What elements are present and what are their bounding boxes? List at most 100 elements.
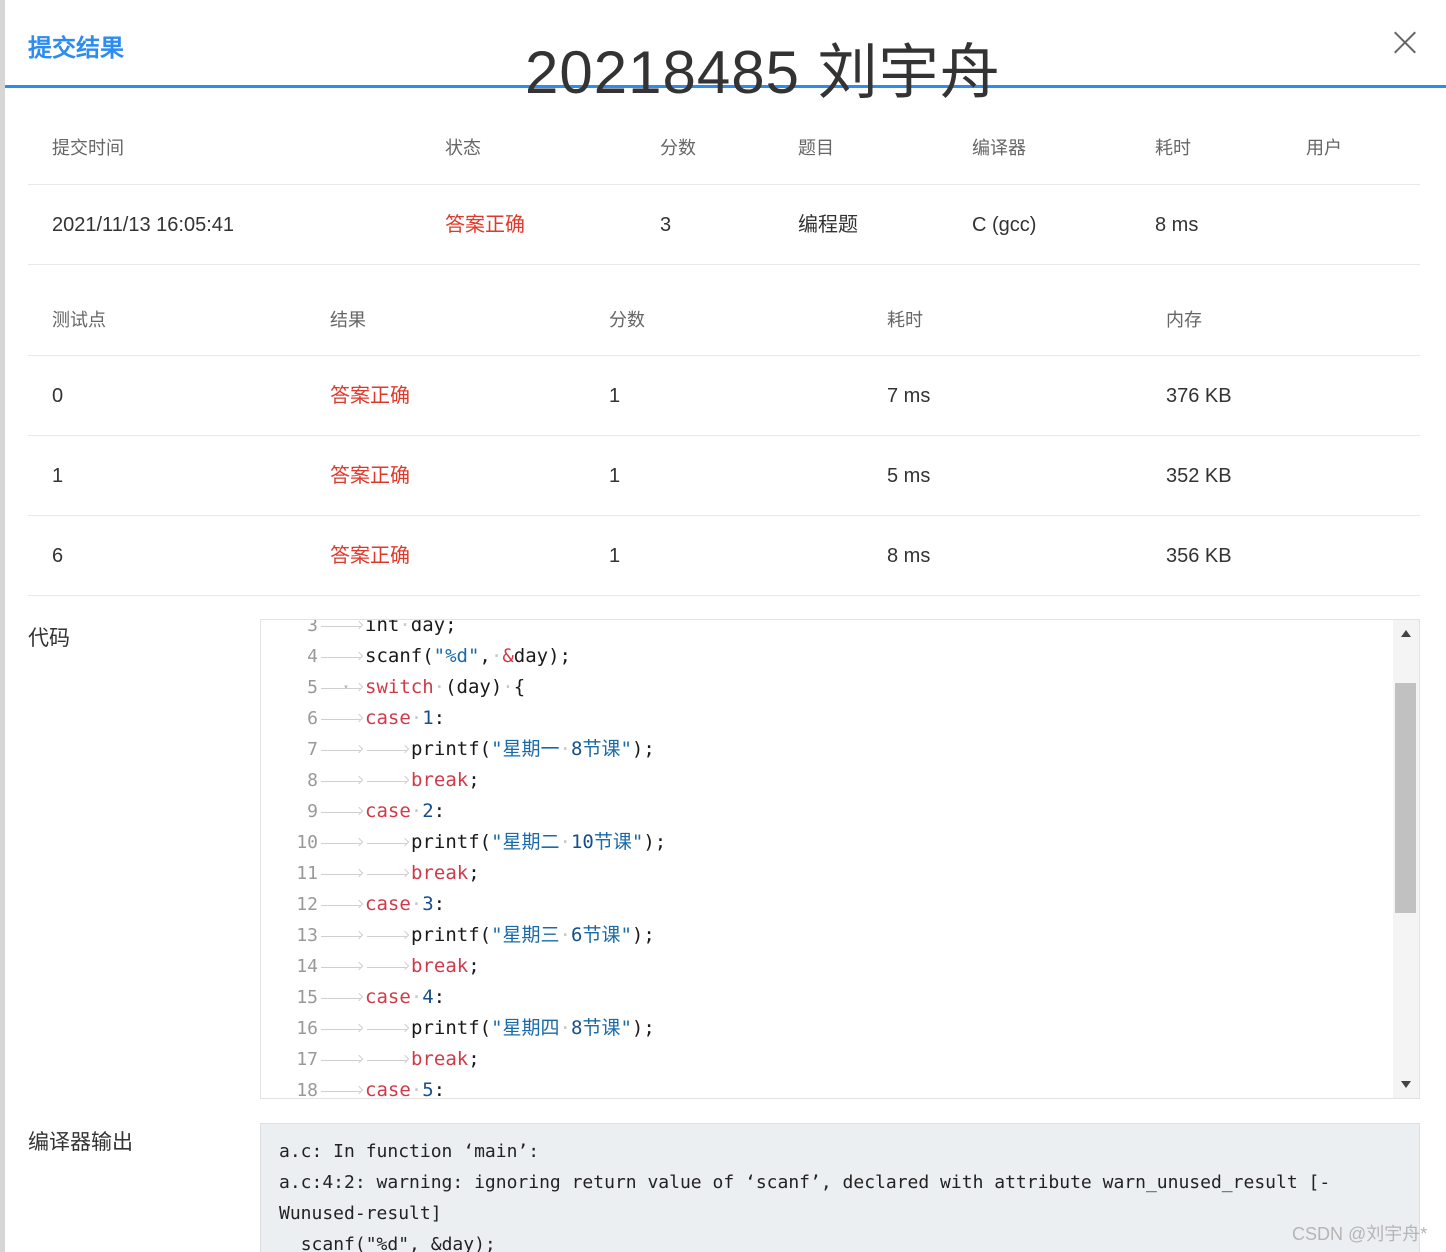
code-text: printf("星期三·6节课"); — [411, 920, 655, 951]
line-number: 9 — [307, 801, 318, 822]
code-token: · — [559, 1017, 571, 1039]
line-number: 3 — [307, 619, 318, 636]
dialog-header: 提交结果 20218485 刘宇舟 — [5, 0, 1446, 106]
code-token: switch — [365, 676, 434, 698]
scrollbar-thumb[interactable] — [1395, 683, 1416, 913]
code-token: printf( — [411, 738, 492, 760]
tab-indent-guide-icon — [319, 620, 365, 641]
code-token: case — [365, 986, 411, 1008]
code-line: 5 ▾ switch·(day)·{ — [261, 672, 1393, 703]
header-memory: 内存 — [1166, 310, 1202, 330]
tab-indent-guide-icon — [319, 672, 365, 703]
scroll-down-arrow-icon[interactable] — [1401, 1081, 1411, 1088]
compiler-name: C (gcc) — [972, 214, 1037, 236]
code-text: scanf("%d",·&day); — [365, 641, 571, 672]
code-text: break; — [411, 765, 480, 796]
tab-indent-guide-icon — [365, 827, 411, 858]
code-token: 节课" — [582, 738, 632, 760]
code-token: "星期一 — [491, 738, 560, 760]
code-token: · — [559, 738, 571, 760]
code-scrollbar[interactable] — [1393, 620, 1419, 1098]
code-token: printf( — [411, 1017, 492, 1039]
code-text: break; — [411, 1044, 480, 1075]
code-token: "星期三 — [491, 924, 560, 946]
tab-indent-guide-icon — [365, 951, 411, 982]
header-elapsed: 耗时 — [1155, 138, 1191, 158]
code-line: 12 case·3: — [261, 889, 1393, 920]
code-viewer[interactable]: 3 int·day; 4 scanf("%d",·&day); 5 ▾ switch·(da… — [260, 619, 1420, 1099]
code-token: 节课" — [593, 831, 644, 853]
tab-indent-guide-icon — [319, 1013, 365, 1044]
code-token: · — [559, 831, 571, 853]
code-token: "%d" — [433, 645, 480, 667]
code-token: printf( — [411, 924, 492, 946]
code-token: 10 — [570, 831, 594, 853]
code-text: case·2: — [365, 796, 445, 827]
code-token: 8 — [570, 738, 583, 760]
code-token: 3 — [422, 893, 434, 915]
header-problem: 题目 — [798, 138, 834, 158]
close-icon[interactable] — [1385, 22, 1425, 62]
code-token: break — [411, 1048, 469, 1070]
header-submit-time: 提交时间 — [52, 138, 124, 158]
test-time: 5 ms — [887, 465, 931, 487]
header-case-time: 耗时 — [887, 310, 923, 330]
code-line: 10 printf("星期二·10节课"); — [261, 827, 1393, 858]
code-token: day); — [513, 645, 571, 667]
line-number: 16 — [296, 1018, 318, 1039]
code-token: · — [490, 645, 503, 667]
problem-type: 编程题 — [798, 214, 858, 236]
code-token: ); — [631, 738, 655, 760]
header-user: 用户 — [1306, 138, 1342, 158]
code-line: 8 break; — [261, 765, 1393, 796]
header-status: 状态 — [445, 138, 481, 158]
line-number: 10 — [296, 832, 318, 853]
tab-indent-guide-icon — [365, 1013, 411, 1044]
code-line: 13 printf("星期三·6节课"); — [261, 920, 1393, 951]
code-line: 9 case·2: — [261, 796, 1393, 827]
code-token: : — [433, 800, 446, 822]
line-number: 8 — [307, 770, 318, 791]
code-text: case·1: — [365, 703, 445, 734]
code-token: & — [502, 645, 514, 667]
code-line: 7 printf("星期一·8节课"); — [261, 734, 1393, 765]
header-result: 结果 — [330, 310, 366, 330]
code-token: 节课" — [582, 1017, 632, 1039]
code-token: case — [365, 1079, 411, 1099]
code-line: 14 break; — [261, 951, 1393, 982]
scroll-up-arrow-icon[interactable] — [1401, 630, 1411, 637]
code-section-label: 代码 — [28, 627, 70, 650]
code-token: ); — [643, 831, 667, 853]
header-compiler: 编译器 — [972, 138, 1026, 158]
tab-indent-guide-icon — [319, 641, 365, 672]
code-token: 8 — [570, 1017, 583, 1039]
code-token: 4 — [422, 986, 434, 1008]
code-token: · — [410, 893, 423, 915]
tab-indent-guide-icon — [365, 1044, 411, 1075]
test-point-id: 1 — [52, 465, 64, 487]
tab-indent-guide-icon — [319, 703, 365, 734]
code-token: : — [433, 707, 446, 729]
tab-indent-guide-icon — [319, 734, 365, 765]
submission-summary-table: 提交时间 状态 分数 题目 编译器 耗时 用户 2021/11/13 16:05… — [28, 108, 1420, 265]
code-text: case·3: — [365, 889, 445, 920]
code-token: · — [410, 1079, 423, 1099]
header-test-point: 测试点 — [52, 310, 106, 330]
dialog-title: 提交结果 — [28, 35, 124, 62]
code-token: break — [411, 769, 469, 791]
test-result: 答案正确 — [330, 465, 410, 487]
test-score: 1 — [609, 545, 621, 567]
code-token: break — [411, 862, 469, 884]
tab-indent-guide-icon — [365, 765, 411, 796]
line-number: 4 — [307, 646, 318, 667]
code-token: : — [433, 893, 446, 915]
code-token: ; — [468, 1048, 480, 1070]
test-memory: 356 KB — [1166, 545, 1232, 567]
test-memory: 376 KB — [1166, 385, 1232, 407]
code-token: break — [411, 955, 469, 977]
compiler-output-label: 编译器输出 — [28, 1131, 133, 1154]
summary-header-row: 提交时间 状态 分数 题目 编译器 耗时 用户 — [28, 108, 1420, 185]
line-number: 7 — [307, 739, 318, 760]
line-number: 6 — [307, 708, 318, 729]
code-token: · — [410, 800, 423, 822]
